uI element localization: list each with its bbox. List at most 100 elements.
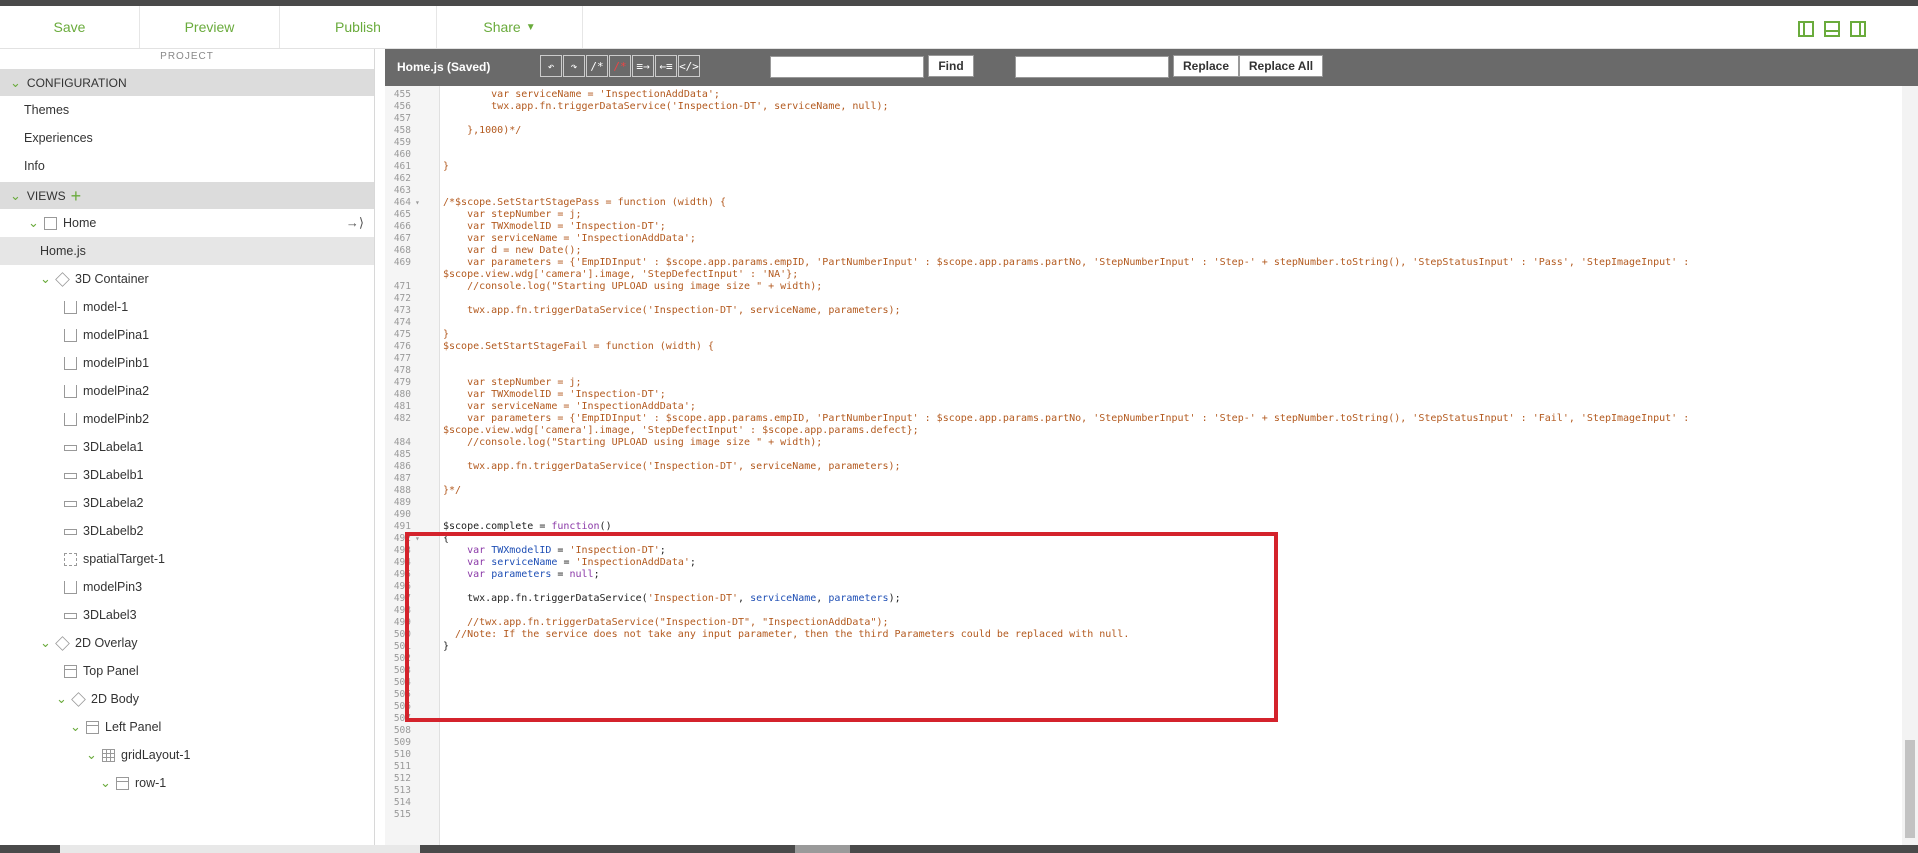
code-line: 473 twx.app.fn.triggerDataService('Inspe… [385,305,1905,317]
tree-item-label: 3D Container [75,272,149,286]
tree-item[interactable]: ⌄ Left Panel [0,713,374,741]
config-item-info[interactable]: Info [0,152,374,180]
tree-item[interactable]: Top Panel [0,657,374,685]
code-text: var stepNumber = j; [443,209,582,220]
chevron-down-icon[interactable]: ⌄ [28,215,42,231]
tree-item[interactable]: 3DLabelb1 [0,461,374,489]
preview-button[interactable]: Preview [140,6,280,48]
code-line: 480 var TWXmodelID = 'Inspection-DT'; [385,389,1905,401]
configuration-section[interactable]: ⌄ CONFIGURATION [0,69,374,96]
chevron-down-icon[interactable]: ⌄ [56,691,70,707]
outdent-icon[interactable]: ←≡ [655,55,677,77]
code-text: },1000)*/ [443,125,522,136]
line-number: 485 [393,449,411,460]
fold-marker-icon[interactable]: ▾ [415,533,420,545]
line-number: 488 [393,485,411,496]
navigate-arrow-icon[interactable]: →⟩ [346,215,364,231]
tree-item[interactable]: Home.js [0,237,374,265]
code-line: 481 var serviceName = 'InspectionAddData… [385,401,1905,413]
find-button[interactable]: Find [928,55,974,77]
replace-input[interactable] [1015,56,1169,78]
line-number: 461 [393,161,411,172]
find-input[interactable] [770,56,924,78]
tree-item[interactable]: modelPin3 [0,573,374,601]
add-view-icon[interactable]: + [71,187,82,205]
line-number: 467 [393,233,411,244]
model-icon [64,328,77,342]
code-text: /*$scope.SetStartStagePass = function (w… [443,197,726,208]
config-item-experiences[interactable]: Experiences [0,124,374,152]
view-tree: ⌄ Home →⟩ Home.js ⌄ 3D Container model-1 modelP… [0,209,374,797]
code-line: 464 ▾ /*$scope.SetStartStagePass = functio… [385,197,1905,209]
tree-item[interactable]: 3DLabelb2 [0,517,374,545]
tree-item[interactable]: spatialTarget-1 [0,545,374,573]
share-button[interactable]: Share ▼ [437,6,583,48]
tree-item[interactable]: 3DLabel3 [0,601,374,629]
tree-item[interactable]: ⌄ 3D Container [0,265,374,293]
bottom-panel-layout-icon[interactable] [1824,21,1840,37]
line-number: 492 [393,533,411,544]
chevron-down-icon[interactable]: ⌄ [86,747,100,763]
tree-item[interactable]: model-1 [0,293,374,321]
config-item-themes[interactable]: Themes [0,96,374,124]
label-icon [64,501,77,507]
left-panel-layout-icon[interactable] [1798,21,1814,37]
comment-icon[interactable]: /* [586,55,608,77]
vertical-scrollbar[interactable] [1902,86,1918,845]
code-line: 492 ▾ { [385,533,1905,545]
tree-item[interactable]: ⌄ row-1 [0,769,374,797]
line-number: 490 [393,509,411,520]
line-number: 466 [393,221,411,232]
tree-item[interactable]: modelPina1 [0,321,374,349]
code-editor[interactable]: 455 var serviceName = 'InspectionAddData… [385,86,1905,845]
tree-item-label: 2D Overlay [75,636,138,650]
code-text: var d = new Date(); [443,245,582,256]
line-number: 508 [393,725,411,736]
code-line: 471 //console.log("Starting UPLOAD using… [385,281,1905,293]
redo-icon[interactable]: ↷ [563,55,585,77]
uncomment-icon[interactable]: /* [609,55,631,77]
chevron-down-icon[interactable]: ⌄ [40,271,54,287]
scroll-thumb[interactable] [1905,740,1915,838]
fold-marker-icon[interactable]: ▾ [415,197,420,209]
line-number: 509 [393,737,411,748]
views-section[interactable]: ⌄ VIEWS + [0,182,374,209]
right-panel-layout-icon[interactable] [1850,21,1866,37]
line-number: 475 [393,329,411,340]
sidebar-horizontal-scrollbar[interactable] [60,845,420,853]
panel-icon [116,776,129,790]
publish-button[interactable]: Publish [280,6,437,48]
tree-item[interactable]: modelPinb1 [0,349,374,377]
tree-item[interactable]: modelPinb2 [0,405,374,433]
line-number: 489 [393,497,411,508]
code-line: 510 [385,749,1905,761]
layout-toggle-group [1798,21,1866,37]
tree-item-label: 3DLabela1 [83,440,144,454]
code-line: 506 [385,701,1905,713]
replace-all-button[interactable]: Replace All [1239,55,1323,77]
code-line: 491 $scope.complete = function() [385,521,1905,533]
chevron-down-icon[interactable]: ⌄ [70,719,84,735]
save-button[interactable]: Save [0,6,140,48]
chevron-down-icon[interactable]: ⌄ [100,775,114,791]
tree-item-label: Home.js [40,244,86,258]
tree-item[interactable]: ⌄ Home →⟩ [0,209,374,237]
tree-item[interactable]: ⌄ 2D Body [0,685,374,713]
undo-icon[interactable]: ↶ [540,55,562,77]
code-line: 495 var parameters = null; [385,569,1905,581]
chevron-down-icon[interactable]: ⌄ [40,635,54,651]
code-line: 479 var stepNumber = j; [385,377,1905,389]
tree-item[interactable]: modelPina2 [0,377,374,405]
indent-icon[interactable]: ≡→ [632,55,654,77]
code-line: 468 var d = new Date(); [385,245,1905,257]
code-line: 472 [385,293,1905,305]
format-code-icon[interactable]: </> [678,55,700,77]
replace-button[interactable]: Replace [1173,55,1239,77]
tree-item[interactable]: 3DLabela2 [0,489,374,517]
tree-item[interactable]: ⌄ gridLayout-1 [0,741,374,769]
editor-horizontal-scroll-thumb[interactable] [795,845,850,853]
tree-item[interactable]: 3DLabela1 [0,433,374,461]
tree-item[interactable]: ⌄ 2D Overlay [0,629,374,657]
code-line: 493 var TWXmodelID = 'Inspection-DT'; [385,545,1905,557]
panel-icon [86,720,99,734]
